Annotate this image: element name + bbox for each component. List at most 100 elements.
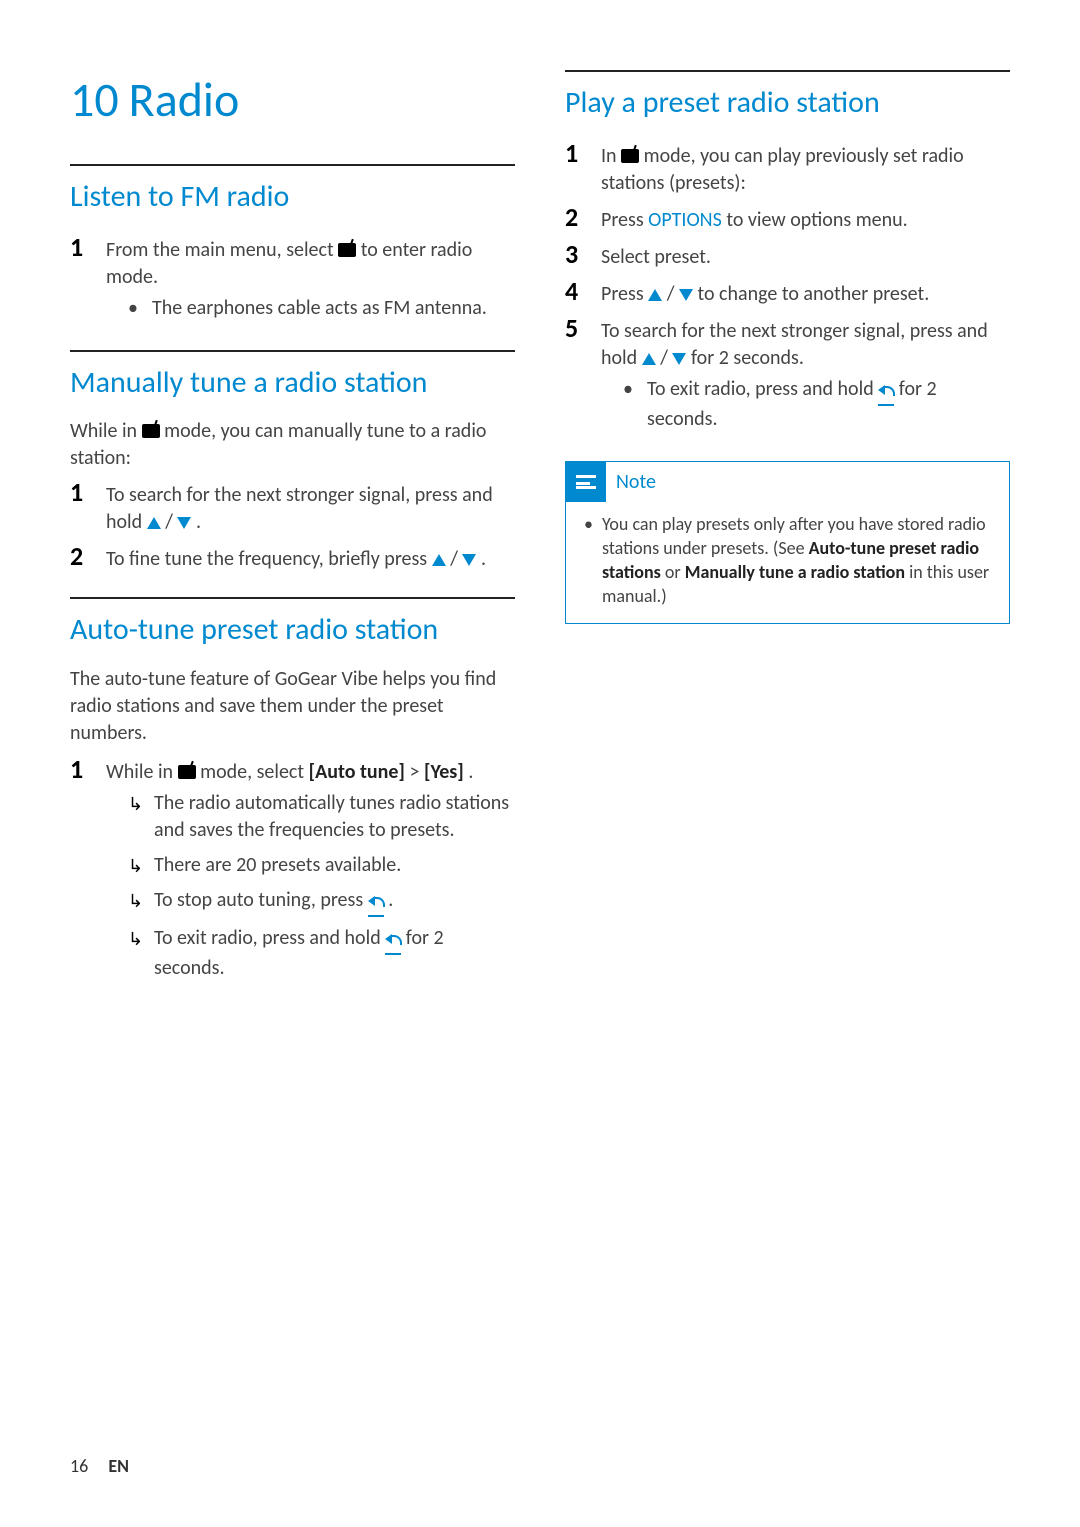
step-body: To fine tune the frequency, briefly pres… <box>106 542 515 573</box>
radio-icon <box>621 149 639 163</box>
text: / <box>667 282 679 306</box>
bullet: The earphones cable acts as FM antenna. <box>106 295 515 322</box>
text: mode, select <box>200 760 309 784</box>
sub-bullets: The earphones cable acts as FM antenna. <box>106 295 515 322</box>
text: To exit radio, press and hold <box>154 926 385 950</box>
step-body: In mode, you can play previously set rad… <box>601 139 1010 197</box>
chapter-number: 10 <box>70 70 119 129</box>
text: Press <box>601 208 648 232</box>
text: To stop auto tuning, press <box>154 888 368 912</box>
section-play-preset: Play a preset radio station <box>565 86 1010 121</box>
step-number: 5 <box>565 314 587 437</box>
back-icon <box>385 931 401 945</box>
sub-bullets: To exit radio, press and hold for 2 seco… <box>601 376 1010 433</box>
intro-text: While in mode, you can manually tune to … <box>70 418 515 472</box>
page-content: 10Radio Listen to FM radio 1 From the ma… <box>0 0 1080 1064</box>
step-body: To search for the next stronger signal, … <box>601 314 1010 437</box>
text: to change to another preset. <box>697 282 929 306</box>
text: In <box>601 144 621 168</box>
options-label: OPTIONS <box>648 208 722 232</box>
note-title: Note <box>616 470 656 494</box>
divider <box>70 164 515 166</box>
text: . <box>468 760 473 784</box>
step-number: 2 <box>70 542 92 573</box>
text: To exit radio, press and hold for 2 seco… <box>647 376 1010 433</box>
intro-text: The auto-tune feature of GoGear Vibe hel… <box>70 666 515 747</box>
section-listen-fm: Listen to FM radio <box>70 180 515 215</box>
note-header: Note <box>566 462 1009 502</box>
result-item: ↳ There are 20 presets available. <box>106 852 515 879</box>
step: 3 Select preset. <box>565 240 1010 271</box>
result-arrow-icon: ↳ <box>128 852 144 879</box>
bold-text: [Auto tune] <box>309 760 405 784</box>
section-manual-tune: Manually tune a radio station <box>70 366 515 401</box>
result-item: ↳ To exit radio, press and hold for 2 se… <box>106 925 515 982</box>
down-icon <box>679 289 693 301</box>
text: . <box>388 888 393 912</box>
note-icon <box>566 462 606 502</box>
step: 1 From the main menu, select to enter ra… <box>70 233 515 326</box>
step-body: While in mode, select [Auto tune] > [Yes… <box>106 755 515 990</box>
section-auto-tune: Auto-tune preset radio station <box>70 613 515 648</box>
down-icon <box>177 517 191 529</box>
chapter-name: Radio <box>129 70 240 129</box>
text: To search for the next stronger signal, … <box>106 483 493 534</box>
bold-text: Manually tune a radio station <box>685 561 905 583</box>
divider <box>565 70 1010 72</box>
step-body: To search for the next stronger signal, … <box>106 478 515 536</box>
steps-manual-tune: 1 To search for the next stronger signal… <box>70 478 515 573</box>
text: / <box>450 547 462 571</box>
radio-icon <box>142 424 160 438</box>
note-body: You can play presets only after you have… <box>566 512 1009 609</box>
up-icon <box>147 517 161 529</box>
step-number: 1 <box>565 139 587 197</box>
result-list: ↳ The radio automatically tunes radio sta… <box>106 790 515 982</box>
step-body: Select preset. <box>601 240 1010 271</box>
text: From the main menu, select <box>106 238 338 262</box>
back-icon <box>878 382 894 396</box>
language-code: EN <box>108 1455 129 1477</box>
chapter-title: 10Radio <box>70 70 515 129</box>
step: 1 While in mode, select [Auto tune] > [Y… <box>70 755 515 990</box>
step-number: 1 <box>70 233 92 326</box>
text: Press <box>601 282 648 306</box>
result-arrow-icon: ↳ <box>128 887 144 917</box>
back-icon <box>368 893 384 907</box>
text: To stop auto tuning, press . <box>154 887 515 917</box>
right-column: Play a preset radio station 1 In mode, y… <box>565 70 1010 1014</box>
left-column: 10Radio Listen to FM radio 1 From the ma… <box>70 70 515 1014</box>
step: 4 Press / to change to another preset. <box>565 277 1010 308</box>
text: There are 20 presets available. <box>154 852 515 879</box>
result-item: ↳ To stop auto tuning, press . <box>106 887 515 917</box>
step: 1 To search for the next stronger signal… <box>70 478 515 536</box>
step-number: 3 <box>565 240 587 271</box>
step-number: 4 <box>565 277 587 308</box>
result-arrow-icon: ↳ <box>128 925 144 982</box>
step: 5 To search for the next stronger signal… <box>565 314 1010 437</box>
step-number: 1 <box>70 755 92 990</box>
text: / <box>660 346 672 370</box>
text: To exit radio, press and hold <box>647 377 878 401</box>
text: / <box>165 510 177 534</box>
down-icon <box>462 554 476 566</box>
note-box: Note You can play presets only after you… <box>565 461 1010 624</box>
text: . <box>481 547 486 571</box>
radio-icon <box>338 243 356 257</box>
up-icon <box>648 289 662 301</box>
step-body: Press / to change to another preset. <box>601 277 1010 308</box>
bullet: To exit radio, press and hold for 2 seco… <box>601 376 1010 433</box>
down-icon <box>672 353 686 365</box>
divider <box>70 597 515 599</box>
text: The radio automatically tunes radio stat… <box>154 790 515 844</box>
step-body: Press OPTIONS to view options menu. <box>601 203 1010 234</box>
text: to view options menu. <box>726 208 907 232</box>
up-icon <box>432 554 446 566</box>
text: > <box>409 760 423 784</box>
step: 2 Press OPTIONS to view options menu. <box>565 203 1010 234</box>
steps-play-preset: 1 In mode, you can play previously set r… <box>565 139 1010 437</box>
page-number: 16 <box>70 1455 88 1477</box>
divider <box>70 350 515 352</box>
steps-listen-fm: 1 From the main menu, select to enter ra… <box>70 233 515 326</box>
text: or <box>665 561 685 583</box>
bold-text: [Yes] <box>424 760 464 784</box>
